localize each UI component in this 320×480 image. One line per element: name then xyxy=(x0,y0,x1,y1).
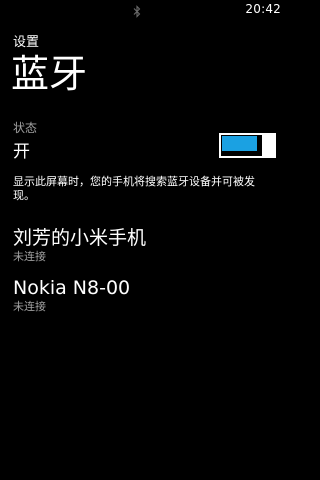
bluetooth-icon xyxy=(133,3,141,18)
status-clock: 20:42 xyxy=(245,2,281,16)
toggle-fill xyxy=(222,136,257,151)
device-status: 未连接 xyxy=(13,250,46,263)
device-status: 未连接 xyxy=(13,300,46,313)
bluetooth-toggle-switch[interactable] xyxy=(219,133,276,158)
device-item[interactable]: 刘芳的小米手机 未连接 xyxy=(13,226,275,263)
app-title: 设置 xyxy=(13,35,40,50)
status-value: 开 xyxy=(13,142,30,162)
discoverable-description: 显示此屏幕时，您的手机将搜索蓝牙设备并可被发现。 xyxy=(13,175,255,202)
status-label: 状态 xyxy=(13,121,38,135)
page-title: 蓝牙 xyxy=(11,52,88,96)
device-name: 刘芳的小米手机 xyxy=(13,227,147,249)
device-item[interactable]: Nokia N8-00 未连接 xyxy=(13,276,275,313)
device-name: Nokia N8-00 xyxy=(13,277,131,299)
toggle-thumb[interactable] xyxy=(264,133,276,158)
status-bar: 20:42 xyxy=(0,0,288,20)
